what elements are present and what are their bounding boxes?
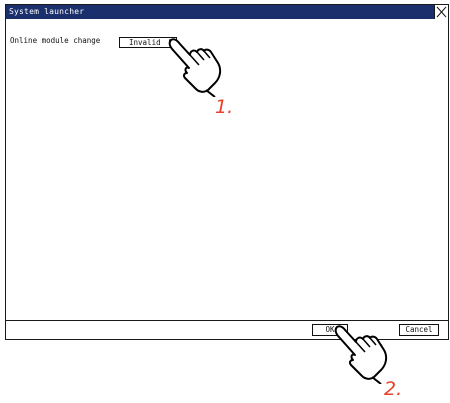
online-module-change-value: Invalid — [129, 38, 161, 47]
close-icon — [436, 6, 447, 18]
title-bar: System launcher — [6, 5, 448, 19]
window-title: System launcher — [9, 7, 85, 16]
system-launcher-window: System launcher Online module change Inv… — [5, 4, 449, 340]
step-2-annotation: 2. — [384, 378, 403, 400]
step-1-annotation: 1. — [215, 96, 234, 118]
pointing-hand-icon — [168, 38, 222, 97]
cancel-button[interactable]: Cancel — [399, 324, 439, 336]
online-module-change-label: Online module change — [10, 36, 101, 45]
close-button[interactable] — [434, 5, 448, 19]
pointing-hand-icon — [334, 325, 388, 384]
